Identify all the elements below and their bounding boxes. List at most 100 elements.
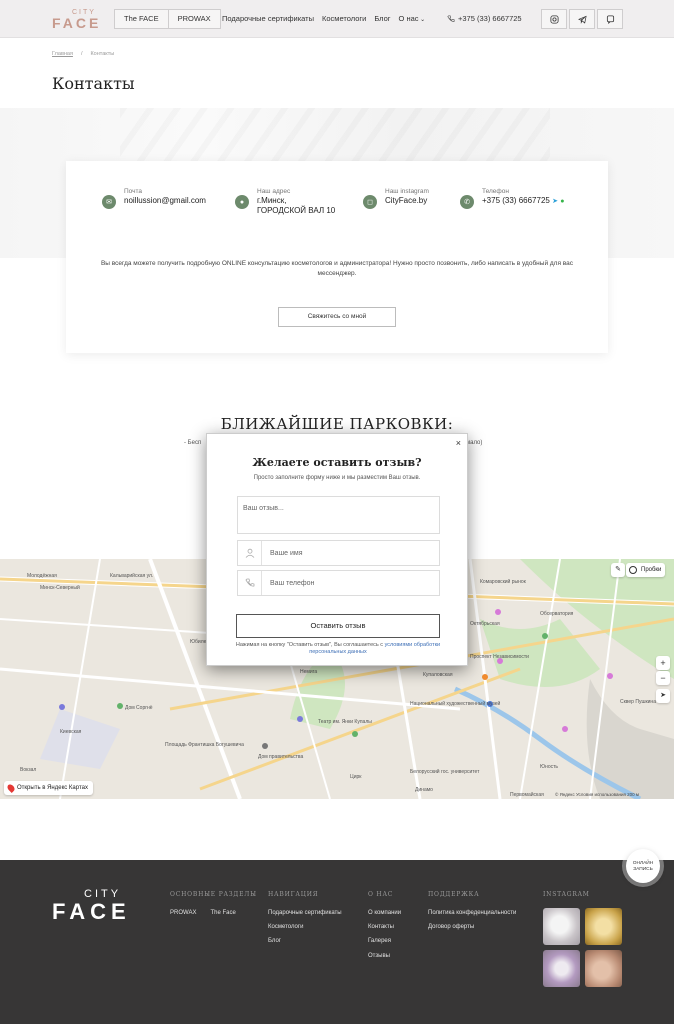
map-label-kupala-theatre: Театр им. Янки Купалы	[318, 719, 372, 725]
contacts-card: ✉ Почта noillussion@gmail.com ● Наш адре…	[66, 161, 608, 353]
map-copyright-text: © Яндекс Условия использования	[555, 792, 626, 797]
contact-phone: ✆ Телефон +375 (33) 6667725 ➤ ●	[460, 187, 564, 209]
map-label-observatoriya: Обсерватория	[540, 611, 574, 617]
consultation-text: Вы всегда можете получить подробную ONLI…	[100, 260, 574, 277]
nav-about-label: О нас	[398, 14, 419, 23]
location-arrow-icon: ➤	[660, 692, 666, 699]
footer-link-privacy[interactable]: Политика конфеденциальности	[428, 910, 516, 916]
map-copyright[interactable]: © Яндекс Условия использования 200 м	[555, 792, 639, 797]
page-title: Контакты	[52, 74, 135, 93]
footer-link-the-face[interactable]: The Face	[210, 910, 235, 916]
instagram-photo[interactable]	[585, 908, 622, 945]
footer-support: ПОДДЕРЖКА Политика конфеденциальности До…	[428, 891, 516, 938]
map-label-nemiga: Немига	[300, 669, 318, 675]
review-textarea[interactable]: Ваш отзыв...	[237, 496, 440, 534]
privacy-note-text: Нажимая на кнопку "Оставить отзыв", Вы с…	[235, 642, 385, 648]
location-pin-icon: ●	[235, 195, 249, 209]
footer-logo[interactable]: CITY FACE	[52, 888, 148, 924]
footer-navigation: НАВИГАЦИЯ Подарочные сертификаты Космето…	[268, 891, 342, 953]
map-label-vokzal: Вокзал	[20, 767, 37, 773]
telegram-button[interactable]	[569, 9, 595, 29]
whatsapp-icon[interactable]: ●	[560, 198, 564, 205]
breadcrumb-home[interactable]: Главная	[52, 51, 73, 57]
privacy-note: Нажимая на кнопку "Оставить отзыв", Вы с…	[227, 642, 449, 656]
footer-link-gallery[interactable]: Галерея	[368, 938, 401, 944]
zoom-in-button[interactable]: +	[656, 656, 670, 670]
footer-instagram-title: INSTAGRAM	[543, 891, 590, 898]
footer-about-title: О НАС	[368, 891, 394, 898]
footer-about: О НАС О компании Контакты Галерея Отзывы	[368, 891, 401, 967]
phone-icon: ✆	[460, 195, 474, 209]
contact-instagram-value[interactable]: CityFace.by	[385, 196, 429, 206]
footer-link-gift-certificates[interactable]: Подарочные сертификаты	[268, 910, 342, 916]
footer-sections-title: ОСНОВНЫЕ РАЗДЕЛЫ	[170, 891, 257, 898]
header-phone-text: +375 (33) 6667725	[458, 14, 522, 23]
map-label-pervomayskaya: Первомайская	[510, 792, 544, 798]
brand-tab-the-face[interactable]: The FACE	[115, 10, 168, 28]
name-input[interactable]: Ваше имя	[237, 540, 440, 566]
contact-address-line2: ГОРОДСКОЙ ВАЛ 10	[257, 206, 336, 215]
footer-support-title: ПОДДЕРЖКА	[428, 891, 480, 898]
instagram-photo[interactable]	[585, 950, 622, 987]
mail-icon: ✉	[102, 195, 116, 209]
nav-cosmetologists[interactable]: Косметологи	[322, 14, 366, 23]
contact-phone-value[interactable]: +375 (33) 6667725 ➤ ●	[482, 196, 564, 207]
map-label-kalvariyskaya: Кальварийская ул.	[110, 573, 154, 579]
map-label-kievskaya: Киевская	[60, 729, 82, 735]
site-logo[interactable]: CITY FACE	[52, 9, 104, 31]
open-in-yandex-maps-button[interactable]: Открыть в Яндекс Картах	[4, 781, 93, 795]
geolocation-button[interactable]: ➤	[656, 689, 670, 703]
contact-email-label: Почта	[124, 188, 143, 195]
chevron-down-icon: ⌄	[418, 17, 426, 23]
contact-email-value[interactable]: noillussion@gmail.com	[124, 196, 206, 206]
map-label-art-museum: Национальный художественный музей	[410, 701, 501, 707]
instagram-icon	[549, 14, 559, 24]
telegram-icon	[577, 15, 587, 24]
brand-tab-prowax[interactable]: PROWAX	[167, 10, 220, 28]
parking-line-end: мало)	[466, 440, 483, 446]
map-layers-button[interactable]: ✎	[611, 563, 625, 577]
footer-link-contacts[interactable]: Контакты	[368, 924, 401, 930]
instagram-photo[interactable]	[543, 950, 580, 987]
map-label-yunost: Юность	[540, 764, 558, 770]
online-booking-button[interactable]: ОНЛАЙН ЗАПИСЬ	[626, 849, 660, 883]
breadcrumb-current: Контакты	[90, 51, 115, 57]
close-icon[interactable]: ×	[456, 438, 461, 448]
footer-link-blog[interactable]: Блог	[268, 938, 342, 944]
footer-link-cosmetologists[interactable]: Косметологи	[268, 924, 342, 930]
instagram-button[interactable]	[541, 9, 567, 29]
review-modal: × Желаете оставить отзыв? Просто заполни…	[206, 433, 468, 666]
contact-address: ● Наш адрес г.Минск, ГОРОДСКОЙ ВАЛ 10	[235, 187, 335, 216]
phone-icon	[238, 571, 262, 595]
header-phone[interactable]: +375 (33) 6667725	[447, 14, 522, 23]
online-booking-line2: ЗАПИСЬ	[633, 867, 653, 872]
user-icon	[238, 541, 262, 565]
nav-about-dropdown[interactable]: О нас ⌄	[399, 14, 426, 23]
site-footer: CITY FACE ОСНОВНЫЕ РАЗДЕЛЫ PROWAX The Fa…	[0, 860, 674, 1024]
nav-blog[interactable]: Блог	[374, 14, 390, 23]
contact-address-line1: г.Минск,	[257, 196, 287, 205]
footer-link-prowax[interactable]: PROWAX	[170, 910, 196, 916]
parking-title: БЛИЖАЙШИЕ ПАРКОВКИ:	[220, 415, 454, 433]
viber-button[interactable]	[597, 9, 623, 29]
footer-link-company[interactable]: О компании	[368, 910, 401, 916]
telegram-icon[interactable]: ➤	[552, 198, 558, 205]
submit-review-button[interactable]: Оставить отзыв	[236, 614, 440, 638]
zoom-out-button[interactable]: −	[656, 671, 670, 685]
modal-title: Желаете оставить отзыв?	[252, 456, 422, 469]
instagram-gallery	[543, 908, 622, 987]
contact-address-label: Наш адрес	[257, 188, 291, 195]
nav-gift-certificates[interactable]: Подарочные сертификаты	[222, 14, 314, 23]
contact-phone-label: Телефон	[482, 188, 509, 195]
footer-link-reviews[interactable]: Отзывы	[368, 953, 401, 959]
instagram-photo[interactable]	[543, 908, 580, 945]
footer-sections: ОСНОВНЫЕ РАЗДЕЛЫ PROWAX The Face	[170, 891, 257, 924]
map-label-government-house: Дом правительства	[258, 754, 304, 760]
viber-icon	[606, 14, 614, 24]
phone-input[interactable]: Ваш телефон	[237, 570, 440, 596]
footer-link-offer[interactable]: Договор оферты	[428, 924, 516, 930]
contact-instagram: ◻ Наш instagram CityFace.by	[363, 187, 429, 209]
traffic-button[interactable]: Пробки	[626, 563, 666, 577]
contact-email: ✉ Почта noillussion@gmail.com	[102, 187, 206, 209]
contact-me-button[interactable]: Свяжитесь со мной	[278, 307, 396, 327]
